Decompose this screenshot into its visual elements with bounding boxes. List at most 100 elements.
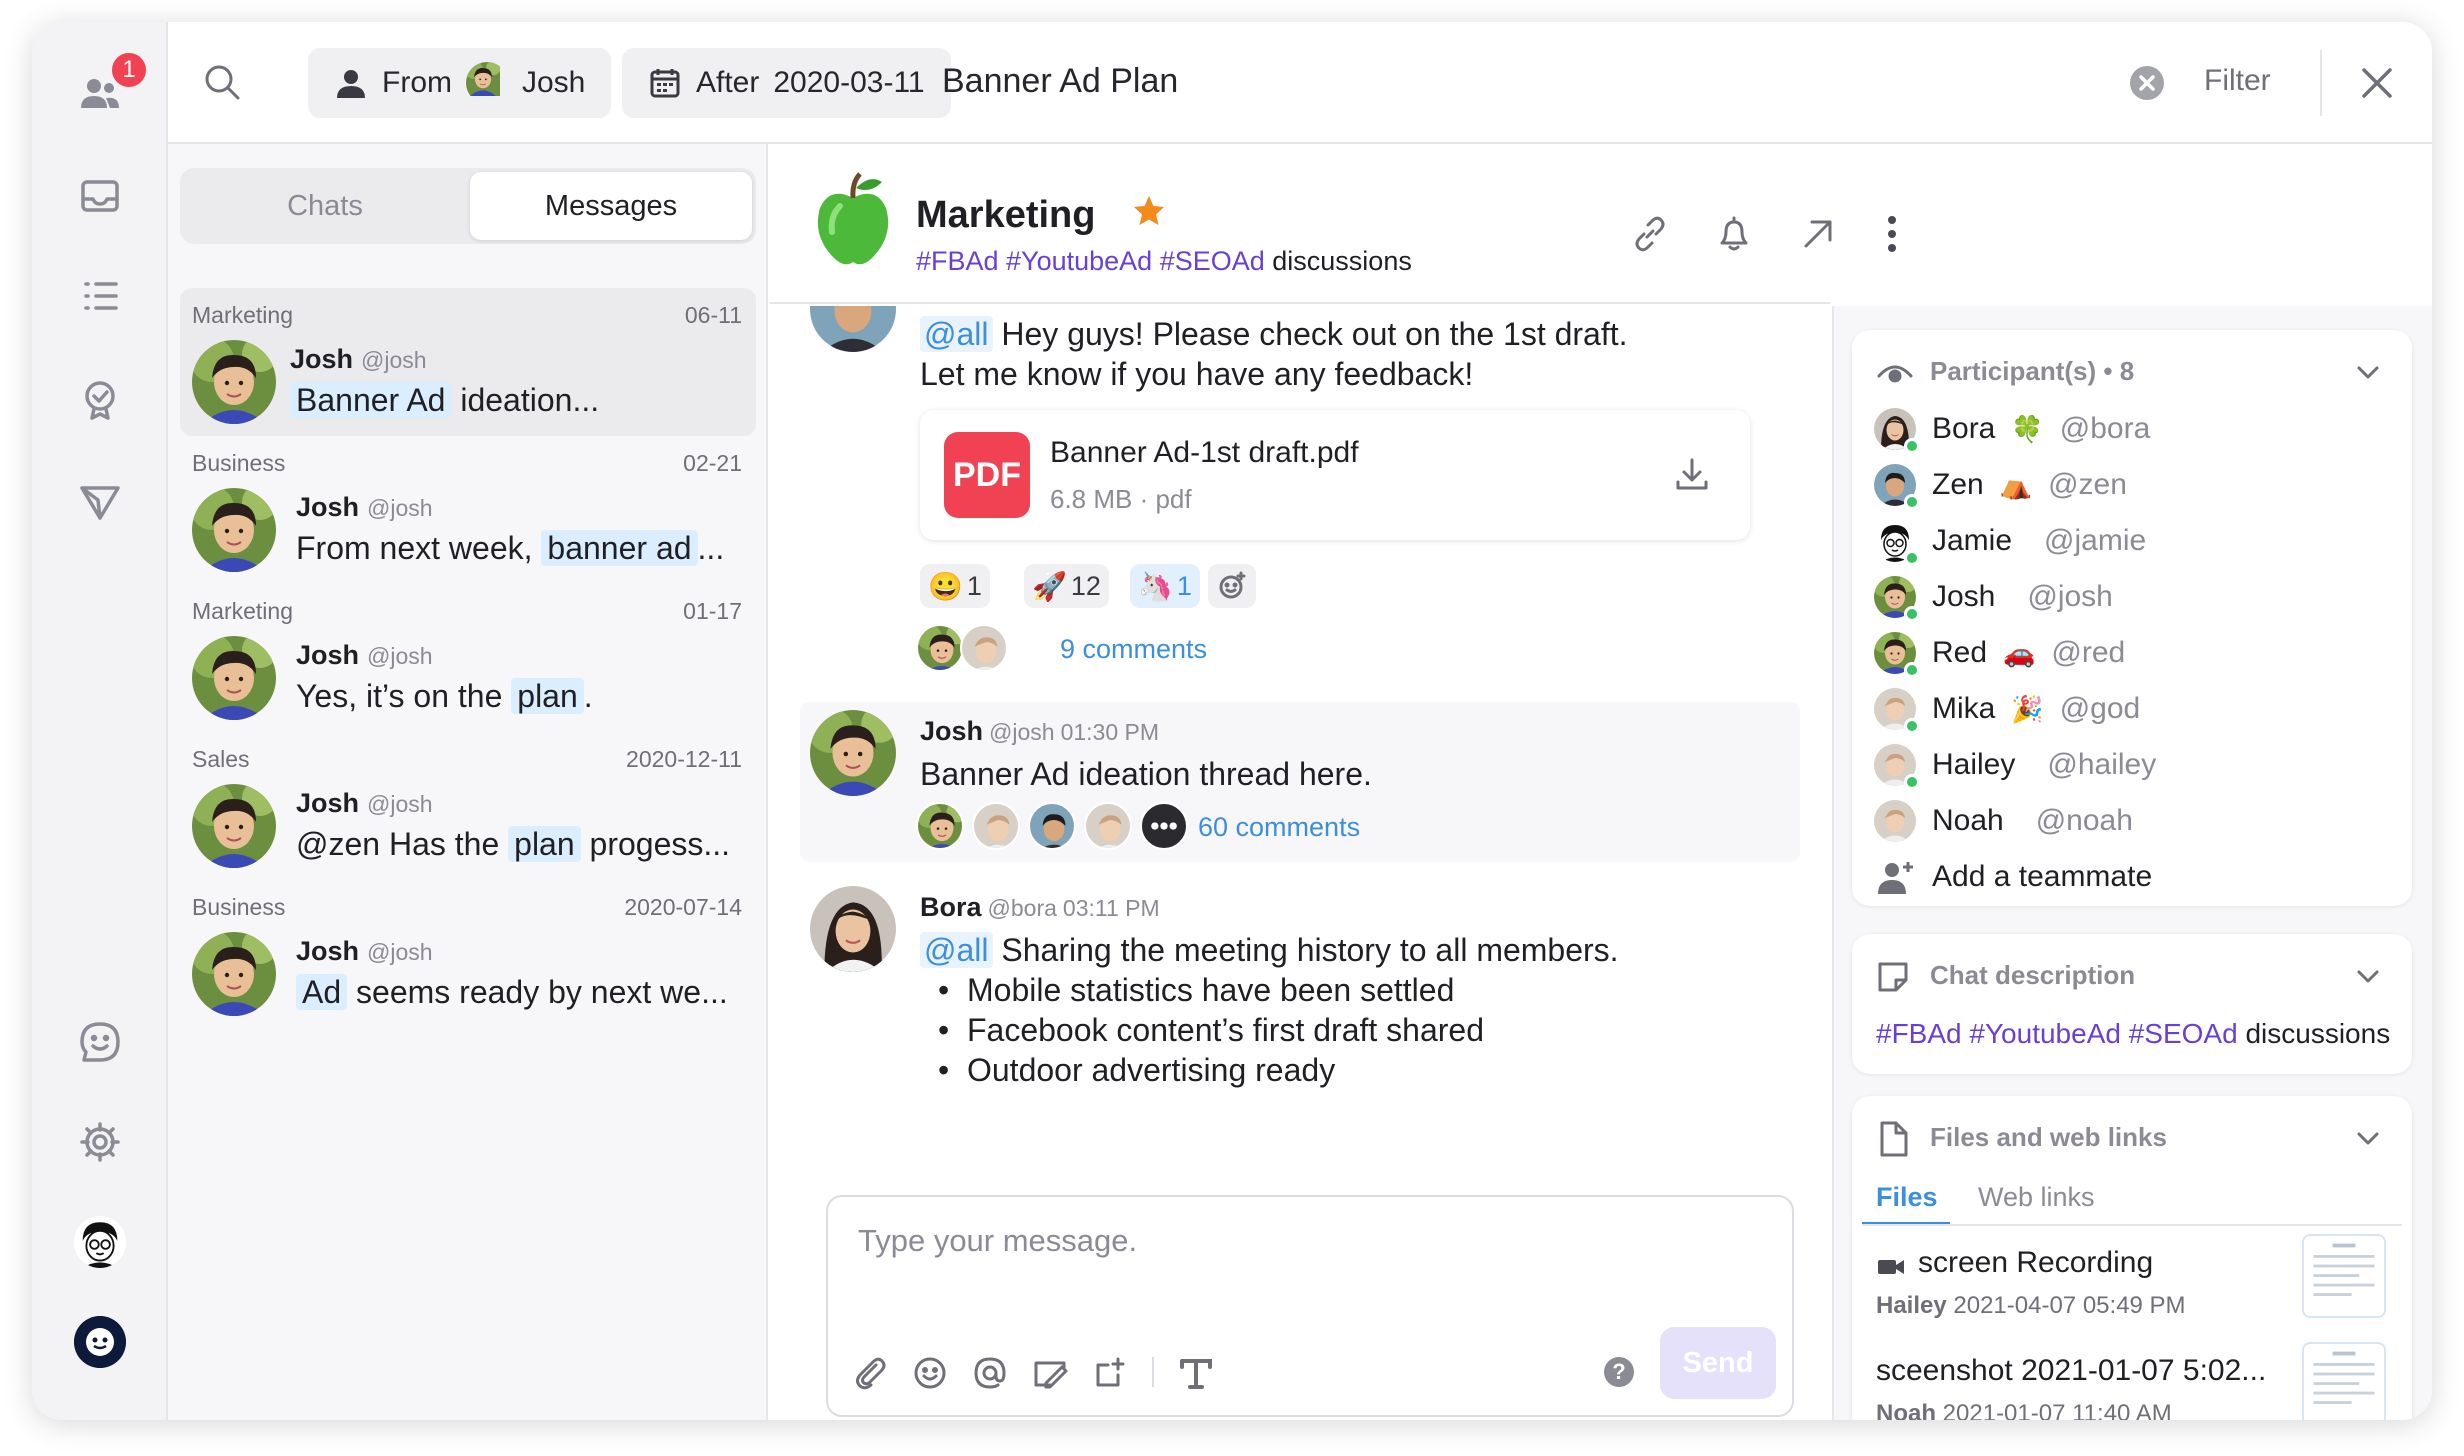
avatar (810, 306, 896, 352)
participant-row[interactable]: Mika 🎉 @god (1874, 684, 2140, 734)
item-sender: Josh @josh (296, 640, 433, 670)
tab-web-links[interactable]: Web links (1978, 1182, 2095, 1213)
message-sender: Bora @bora 03:11 PM (920, 892, 1160, 922)
participant-row[interactable]: Bora 🍀 @bora (1874, 404, 2150, 454)
text-format-icon[interactable] (1176, 1353, 1216, 1393)
bell-icon[interactable] (1714, 214, 1754, 254)
avatar (192, 340, 276, 424)
nav-rail: 1 (32, 22, 168, 1420)
person-icon (337, 70, 365, 98)
attach-paperclip-icon[interactable] (852, 1355, 888, 1391)
approval-badge-icon[interactable] (70, 370, 130, 430)
calendar-icon (650, 69, 680, 98)
star-icon[interactable] (1132, 194, 1166, 228)
commenter-avatar (1084, 802, 1132, 850)
participant-row[interactable]: Red 🚗 @red (1874, 628, 2125, 678)
workspace-logo[interactable] (74, 1316, 126, 1368)
link-icon[interactable] (1630, 214, 1670, 254)
chevron-down-icon[interactable] (2354, 962, 2382, 990)
participant-row[interactable]: Jamie @jamie (1874, 516, 2146, 566)
pdf-file-icon: PDF (944, 432, 1030, 518)
reaction-rocket[interactable]: 🚀 12 (1024, 564, 1109, 608)
chevron-down-icon[interactable] (2354, 1124, 2382, 1152)
help-icon[interactable]: ? (1604, 1357, 1634, 1387)
tasks-list-icon[interactable] (70, 266, 130, 326)
inbox-icon[interactable] (70, 166, 130, 226)
list-item[interactable]: Business 02-21 Josh @josh From next week,… (180, 436, 756, 584)
avatar (192, 636, 276, 720)
add-block-icon[interactable] (1092, 1355, 1128, 1391)
comments-link[interactable]: 9 comments (1060, 634, 1207, 665)
commenter-avatar (1028, 802, 1076, 850)
feedback-smile-icon[interactable] (70, 1012, 130, 1072)
list-item[interactable]: Marketing 06-11 Josh @josh Banner Ad idea… (180, 288, 756, 436)
user-avatar[interactable] (74, 1216, 126, 1268)
send-paper-plane-icon[interactable] (70, 472, 130, 532)
chevron-down-icon[interactable] (2354, 358, 2382, 386)
sticker-edit-icon[interactable] (1032, 1355, 1068, 1391)
tab-messages[interactable]: Messages (470, 172, 752, 240)
file-meta: Noah 2021-01-07 11:40 AM (1876, 1400, 2172, 1420)
emoji-icon[interactable] (912, 1355, 948, 1391)
filter-chip-from[interactable]: From Josh (308, 48, 612, 118)
file-meta: 6.8 MB · pdf (1050, 484, 1192, 514)
after-label: After (696, 66, 760, 99)
chat-description-title: Chat description (1930, 960, 2136, 990)
commenter-avatar (916, 624, 964, 672)
item-date: 2020-07-14 (624, 894, 742, 920)
participant-row[interactable]: Zen ⛺ @zen (1874, 460, 2127, 510)
item-date: 02-21 (683, 450, 742, 476)
filter-chip-after[interactable]: After 2020-03-11 (622, 48, 951, 118)
message-input[interactable]: Type your message. (858, 1223, 1137, 1259)
avatar (192, 932, 276, 1016)
item-group: Marketing (192, 302, 293, 328)
mention-at-icon[interactable] (972, 1355, 1008, 1391)
reaction-unicorn[interactable]: 🦄 1 (1130, 564, 1200, 608)
send-button[interactable]: Send (1660, 1327, 1776, 1399)
message-sender: Josh @josh 01:30 PM (920, 716, 1160, 746)
file-attachment-card[interactable]: PDF Banner Ad-1st draft.pdf 6.8 MB · pdf (920, 410, 1750, 540)
reaction-smile[interactable]: 😀 1 (920, 564, 990, 608)
close-icon[interactable] (2358, 64, 2396, 102)
list-item[interactable]: Marketing 01-17 Josh @josh Yes, it’s on t… (180, 584, 756, 732)
avatar (192, 488, 276, 572)
unicorn-emoji-icon: 🦄 (1138, 570, 1173, 602)
comments-link[interactable]: 60 comments (1198, 812, 1360, 843)
participant-row[interactable]: Josh @josh (1874, 572, 2113, 622)
popout-arrow-icon[interactable] (1798, 214, 1838, 254)
channel-info-panel: Participant(s) • 8 Bora 🍀 @bora Zen ⛺ @zen J… (1832, 306, 2432, 1420)
item-sender: Josh @josh (296, 492, 433, 522)
list-item[interactable]: Business 2020-07-14 Josh @josh Ad seems r… (180, 880, 756, 1028)
participant-row[interactable]: Noah @noah (1874, 796, 2133, 846)
item-date: 2020-12-11 (626, 746, 742, 772)
filter-button[interactable]: Filter (2204, 64, 2271, 98)
bullet-item: • Outdoor advertising ready (938, 1052, 1336, 1088)
bullet-item: • Mobile statistics have been settled (938, 972, 1455, 1008)
more-options-icon[interactable] (1880, 214, 1904, 254)
avatar (192, 784, 276, 868)
chat-header: Marketing #FBAd #YoutubeAd #SEOAd discus… (770, 144, 1896, 304)
results-tabs: Chats Messages (180, 168, 756, 244)
add-reaction-button[interactable] (1208, 564, 1256, 608)
add-teammate-button[interactable]: Add a teammate (1874, 852, 2152, 902)
list-item[interactable]: Sales 2020-12-11 Josh @josh @zen Has the … (180, 732, 756, 880)
file-row[interactable]: screen Recording Hailey 2021-04-07 05:49… (1876, 1234, 2386, 1336)
from-label: From (382, 66, 452, 99)
participant-row[interactable]: Hailey @hailey (1874, 740, 2156, 790)
clear-search-icon[interactable] (2130, 66, 2164, 100)
note-icon (1876, 960, 1910, 994)
from-user-name: Josh (522, 66, 586, 99)
message-composer: Type your message. ? Send (826, 1195, 1794, 1417)
tab-files[interactable]: Files (1876, 1182, 1938, 1213)
files-links-card: Files and web links Files Web links scre… (1852, 1096, 2412, 1420)
item-date: 01-17 (683, 598, 742, 624)
divider (2320, 50, 2322, 116)
tab-chats[interactable]: Chats (184, 172, 466, 240)
settings-gear-icon[interactable] (70, 1112, 130, 1172)
search-icon[interactable] (202, 62, 242, 102)
rocket-emoji-icon: 🚀 (1032, 570, 1067, 602)
file-row[interactable]: sceenshot 2021-01-07 5:02... Noah 2021-0… (1876, 1342, 2386, 1420)
search-input[interactable]: Banner Ad Plan (942, 62, 1178, 101)
download-icon[interactable] (1672, 454, 1712, 494)
participants-card: Participant(s) • 8 Bora 🍀 @bora Zen ⛺ @zen J… (1852, 330, 2412, 906)
